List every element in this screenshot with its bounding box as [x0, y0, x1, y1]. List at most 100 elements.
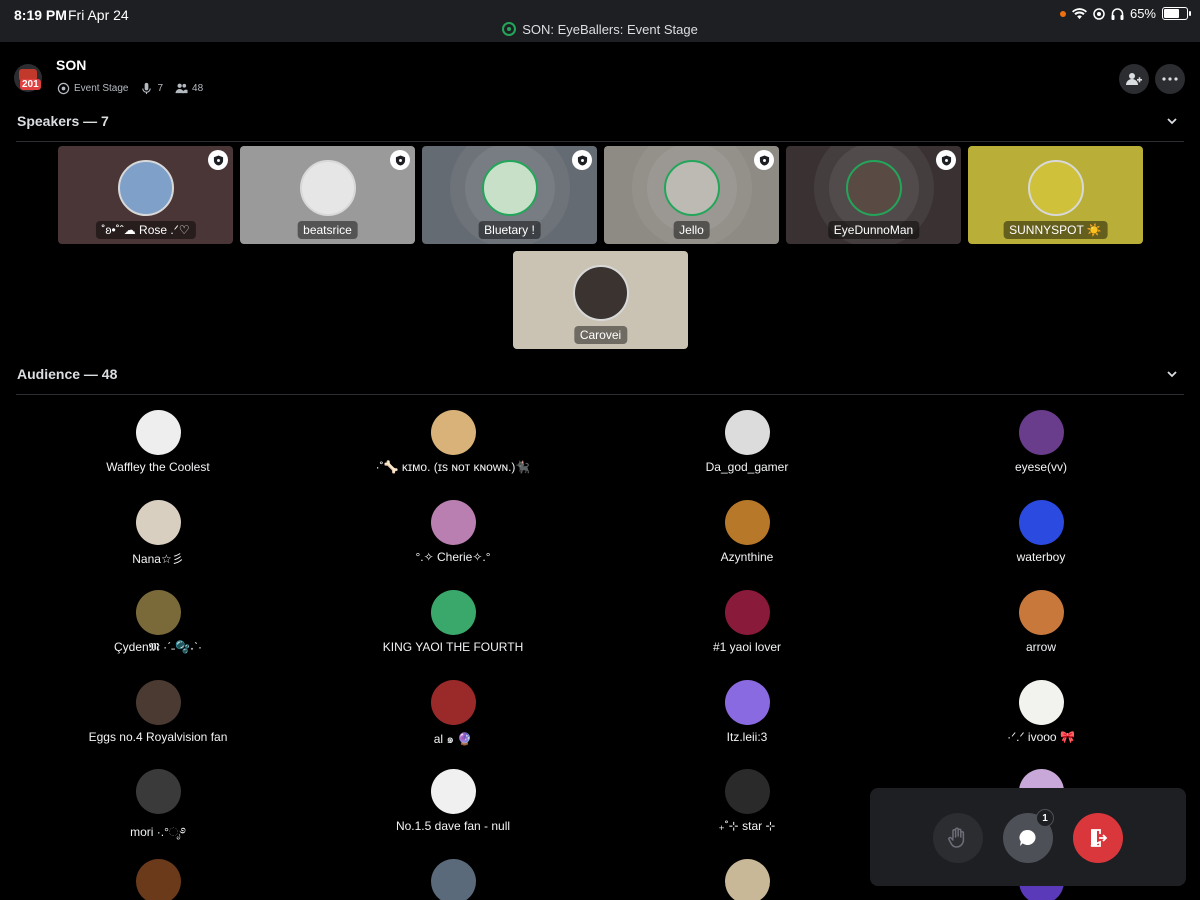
- audience-member[interactable]: al ๑ 🔮: [333, 680, 573, 749]
- audience-name: ₊˚⊹ star ⊹: [718, 819, 776, 833]
- audience-member[interactable]: waterboy: [921, 500, 1161, 564]
- listener-count: 48: [192, 83, 204, 94]
- speaker-name: Bluetary !: [478, 221, 541, 239]
- leave-stage-button[interactable]: [1073, 813, 1123, 863]
- audience-member[interactable]: Eggs no.4 Royalvision fan: [38, 680, 278, 744]
- leave-icon: [1090, 829, 1108, 847]
- chevron-down-icon[interactable]: [1166, 115, 1178, 127]
- audience-name: mori ·.°ೃ࿔: [130, 825, 186, 839]
- speaker-card[interactable]: SUNNYSPOT ☀️: [968, 146, 1143, 244]
- audience-name: Azynthine: [720, 550, 774, 564]
- avatar: [724, 859, 770, 900]
- avatar: [572, 265, 629, 321]
- audience-name: ·˚🦴 ᴋɪᴍᴏ. (ɪs ɴᴏᴛ ᴋɴᴏᴡɴ.)🐈‍⬛: [375, 460, 531, 474]
- speaker-card[interactable]: Jello: [604, 146, 779, 244]
- audience-member[interactable]: ·ᐟ.ᐟ ivooo 🎀: [921, 680, 1161, 744]
- audience-name: Itz.leii:3: [726, 730, 768, 744]
- avatar: [724, 500, 770, 545]
- battery-icon: [1162, 7, 1191, 20]
- active-stage-indicator[interactable]: SON: EyeBallers: Event Stage: [0, 22, 1200, 37]
- avatar: [663, 160, 720, 216]
- speakers-heading: Speakers — 7: [17, 113, 109, 129]
- avatar: [135, 680, 181, 725]
- avatar: [724, 680, 770, 725]
- audience-name: Eggs no.4 Royalvision fan: [88, 730, 228, 744]
- channel-name: SON: [56, 57, 87, 73]
- audience-member[interactable]: mori ·.°ೃ࿔: [38, 769, 278, 853]
- status-bar: 8:19 PM Fri Apr 24 SON: EyeBallers: Even…: [0, 0, 1200, 42]
- server-icon[interactable]: 201: [14, 64, 42, 92]
- wifi-icon: [1071, 7, 1087, 19]
- avatar: [1027, 160, 1084, 216]
- raise-hand-button[interactable]: [933, 813, 983, 863]
- clock: 8:19 PM: [14, 7, 67, 23]
- avatar: [724, 590, 770, 635]
- more-options-button[interactable]: [1155, 64, 1185, 94]
- audience-member[interactable]: Itz.leii:3: [627, 680, 867, 744]
- avatar: [430, 680, 476, 725]
- audience-member[interactable]: arrow: [921, 590, 1161, 654]
- audience-name: KING YAOI THE FOURTH: [382, 640, 524, 654]
- avatar: [481, 160, 538, 216]
- divider: [16, 141, 1184, 142]
- speaker-card[interactable]: ˚ʚ•˚ˆ☁︎ Rose .ᐟ♡: [58, 146, 233, 244]
- chat-unread-badge: 1: [1036, 809, 1054, 827]
- audience-member[interactable]: Azynthine: [627, 500, 867, 564]
- speaker-count: 7: [157, 83, 164, 94]
- chevron-down-icon[interactable]: [1166, 368, 1178, 380]
- location-icon: [1093, 7, 1105, 20]
- stage-icon: [502, 22, 517, 36]
- audience-name: eyese(vv): [1014, 460, 1067, 474]
- audience-member[interactable]: Waffley the Coolest: [38, 410, 278, 474]
- avatar: [724, 769, 770, 814]
- server-badge: 201: [20, 79, 41, 90]
- add-user-icon: [1126, 73, 1142, 85]
- audience-member[interactable]: Çyden𝕸 ·ˊ˗🫧˖ˋ·: [38, 590, 278, 655]
- invite-button[interactable]: [1119, 64, 1149, 94]
- stage-meta: Event Stage 7 48: [57, 82, 203, 95]
- audience-name: arrow: [1025, 640, 1056, 654]
- stage-server: SON:: [522, 22, 554, 37]
- chat-bubble-icon: [1019, 829, 1036, 846]
- moderator-shield-icon: [572, 150, 592, 170]
- moderator-shield-icon: [208, 150, 228, 170]
- avatar: [430, 859, 476, 900]
- audience-member[interactable]: [627, 859, 867, 900]
- avatar: [430, 590, 476, 635]
- audience-name: Waffley the Coolest: [106, 460, 210, 474]
- audience-member[interactable]: °.✧ Cherie✧.°: [333, 500, 573, 564]
- audience-name: Çyden𝕸 ·ˊ˗🫧˖ˋ·: [114, 640, 202, 654]
- avatar: [135, 859, 181, 900]
- audience-member[interactable]: eyese(vv): [921, 410, 1161, 474]
- speaker-card[interactable]: EyeDunnoMan: [786, 146, 961, 244]
- avatar: [430, 769, 476, 814]
- speaker-name: EyeDunnoMan: [827, 221, 920, 239]
- hand-icon: [948, 827, 965, 848]
- speaker-card[interactable]: Bluetary !: [422, 146, 597, 244]
- speaker-card[interactable]: beatsrice: [240, 146, 415, 244]
- moderator-shield-icon: [754, 150, 774, 170]
- audience-member[interactable]: KING YAOI THE FOURTH: [333, 590, 573, 654]
- people-icon: [175, 83, 188, 94]
- audience-member[interactable]: No.1.5 dave fan - null: [333, 769, 573, 833]
- audience-member[interactable]: ₊˚⊹ star ⊹: [627, 769, 867, 833]
- system-indicators: 65%: [1059, 6, 1191, 21]
- stage-label: Event Stage: [74, 83, 129, 94]
- audience-member[interactable]: [333, 859, 573, 900]
- audience-member[interactable]: #1 yaoi lover: [627, 590, 867, 654]
- avatar: [1018, 410, 1064, 455]
- speaker-card[interactable]: Carovei: [513, 251, 688, 349]
- mic-in-use-dot: [1059, 10, 1066, 17]
- moderator-shield-icon: [390, 150, 410, 170]
- stage-controls: 1: [870, 788, 1186, 886]
- audience-member[interactable]: Nana☆彡: [38, 500, 278, 567]
- speaker-name: beatsrice: [297, 221, 358, 239]
- speaker-name: Carovei: [573, 326, 628, 344]
- avatar: [1018, 590, 1064, 635]
- audience-member[interactable]: ·˚🦴 ᴋɪᴍᴏ. (ɪs ɴᴏᴛ ᴋɴᴏᴡɴ.)🐈‍⬛: [333, 410, 573, 474]
- audience-heading: Audience — 48: [17, 366, 118, 382]
- date: Fri Apr 24: [68, 7, 129, 23]
- audience-name: Nana☆彡: [132, 552, 184, 566]
- audience-member[interactable]: [38, 859, 278, 900]
- audience-member[interactable]: Da_god_gamer: [627, 410, 867, 474]
